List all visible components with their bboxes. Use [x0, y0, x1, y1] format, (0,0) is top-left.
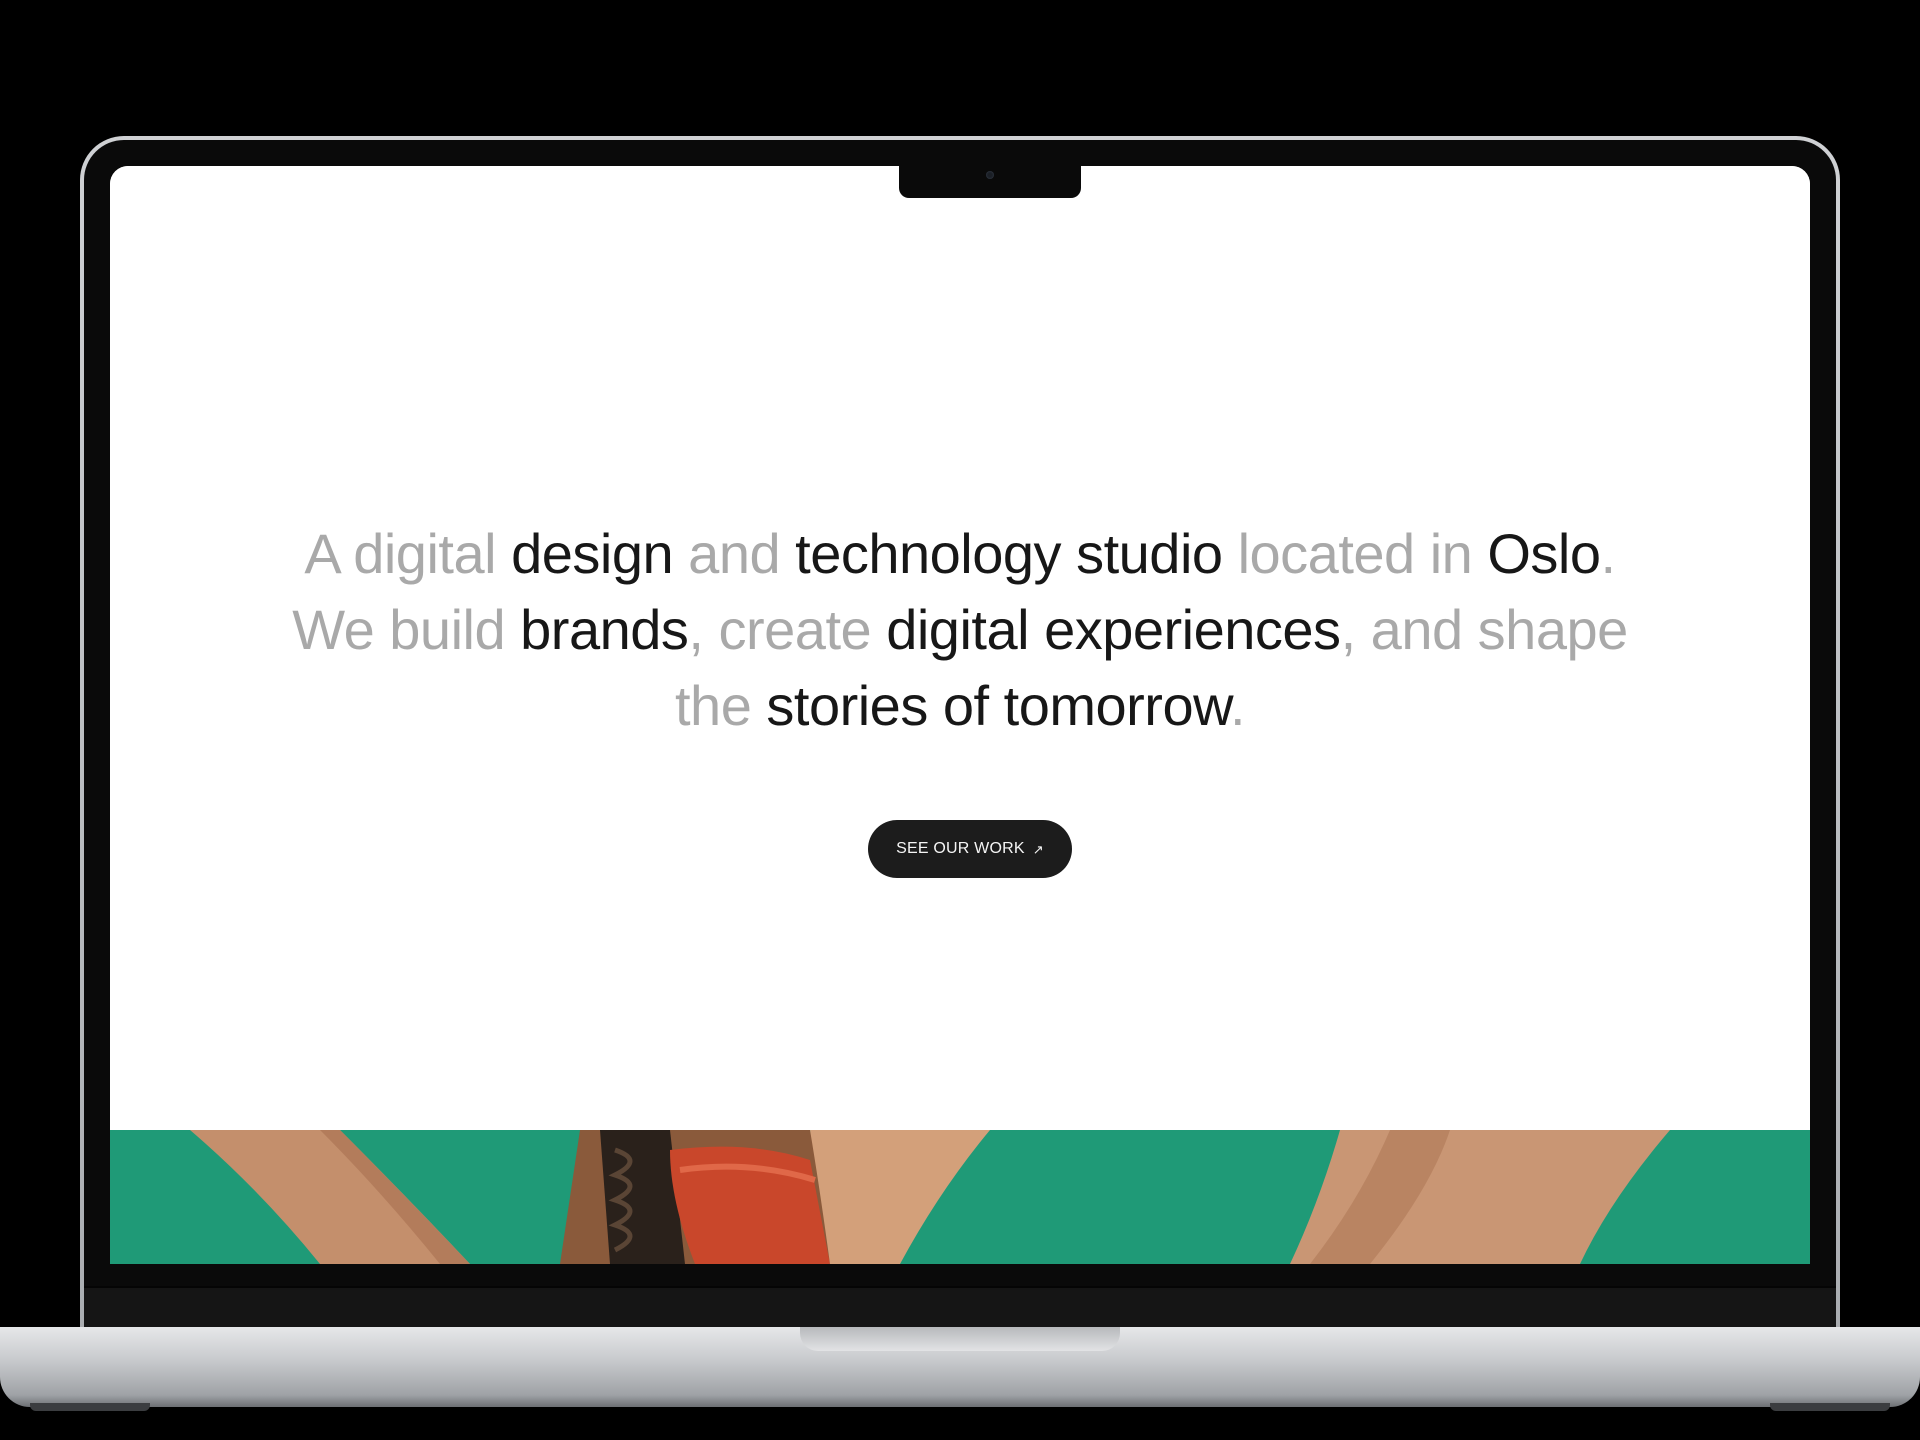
headline-segment: located in — [1237, 522, 1488, 585]
see-our-work-button[interactable]: SEE OUR WORK ↗ — [868, 820, 1072, 878]
hero-section: A digital design and technology studio l… — [110, 166, 1810, 1130]
headline-segment: digital experiences — [886, 598, 1341, 661]
device-mockup: A digital design and technology studio l… — [0, 0, 1920, 1440]
camera-notch — [899, 166, 1081, 198]
headline-segment: technology studio — [795, 522, 1238, 585]
trackpad-notch — [800, 1327, 1120, 1351]
hero-headline: A digital design and technology studio l… — [230, 516, 1690, 744]
headline-segment: . — [1229, 674, 1246, 737]
see-our-work-label: SEE OUR WORK — [896, 840, 1025, 857]
laptop-foot-left — [30, 1403, 150, 1411]
laptop-foot-right — [1770, 1403, 1890, 1411]
headline-segment: design — [511, 522, 689, 585]
headline-segment: . — [1600, 522, 1617, 585]
screen-bezel: A digital design and technology studio l… — [84, 140, 1836, 1346]
camera-icon — [986, 171, 994, 179]
headline-segment: and — [688, 522, 796, 585]
headline-segment: stories of tomorrow — [766, 674, 1230, 737]
website-viewport: A digital design and technology studio l… — [110, 166, 1810, 1264]
headline-segment: We build — [292, 598, 521, 661]
headline-segment: , create — [688, 598, 887, 661]
headline-segment: , and shape — [1340, 598, 1629, 661]
arrow-up-right-icon: ↗ — [1032, 841, 1044, 857]
headline-segment: Oslo — [1487, 522, 1601, 585]
headline-segment: brands — [520, 598, 689, 661]
featured-work-image[interactable] — [110, 1130, 1810, 1264]
headline-segment: A digital — [304, 522, 512, 585]
headline-segment: the — [674, 674, 767, 737]
photo-artwork — [110, 1130, 1810, 1264]
laptop-lid: A digital design and technology studio l… — [80, 136, 1840, 1346]
laptop-base — [0, 1327, 1920, 1411]
